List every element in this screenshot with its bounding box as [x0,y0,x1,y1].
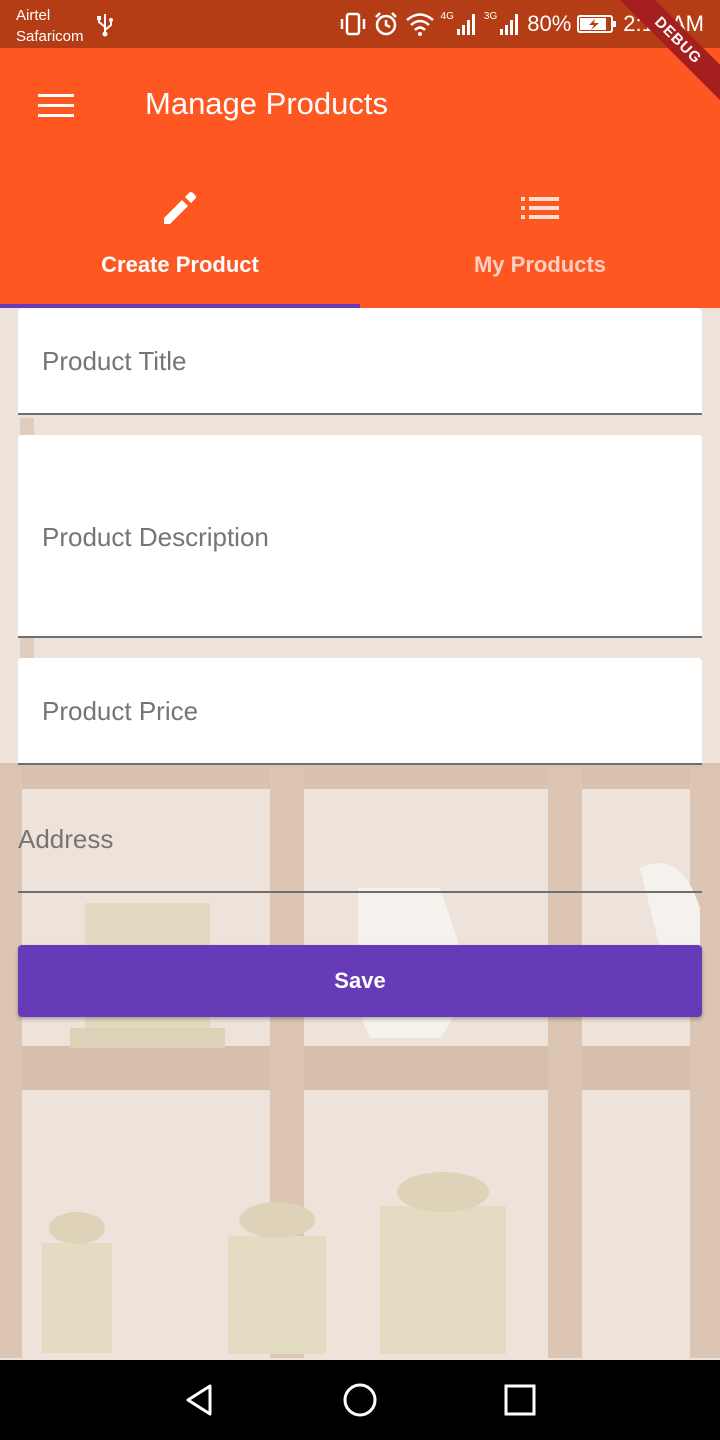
product-title-placeholder: Product Title [42,346,187,376]
product-title-field[interactable]: Product Title [18,308,702,415]
usb-icon [97,14,113,37]
tab-label-my-products: My Products [473,252,607,277]
menu-icon[interactable] [38,94,74,118]
network-type-1: 4G [440,10,454,22]
recents-icon[interactable] [500,1380,540,1420]
address-placeholder: Address [18,824,114,854]
tab-my-products[interactable]: My Products [360,160,720,308]
product-description-field[interactable]: Product Description [18,435,702,638]
edit-icon [164,192,196,224]
alarm-icon [374,12,397,36]
tab-create-product[interactable]: Create Product [0,160,360,308]
tab-label-create-product: Create Product [101,252,259,277]
save-button[interactable]: Save [18,945,702,1017]
debug-banner-label: DEBUG [612,0,720,106]
battery-percentage: 80% [527,11,572,36]
debug-banner: DEBUG [610,0,720,110]
list-icon [521,197,559,219]
vibrate-icon [340,12,365,36]
carrier-name-primary: Airtel [16,7,51,24]
back-icon[interactable] [180,1380,220,1420]
page-title: Manage Products [145,86,388,121]
navigation-bar [0,1360,720,1440]
wifi-icon [405,13,434,36]
home-icon[interactable] [340,1380,380,1420]
create-product-form: Product Title Product Description Produc… [0,308,720,1360]
network-type-2: 3G [483,10,498,22]
product-price-placeholder: Product Price [42,696,199,726]
address-field[interactable]: Address [18,798,702,893]
product-description-placeholder: Product Description [42,522,269,552]
signal-icon [500,14,519,35]
carrier-name-secondary: Safaricom [16,28,84,45]
carrier-info: Airtel Safaricom [16,5,84,47]
product-price-field[interactable]: Product Price [18,658,702,765]
signal-icon [456,14,475,35]
